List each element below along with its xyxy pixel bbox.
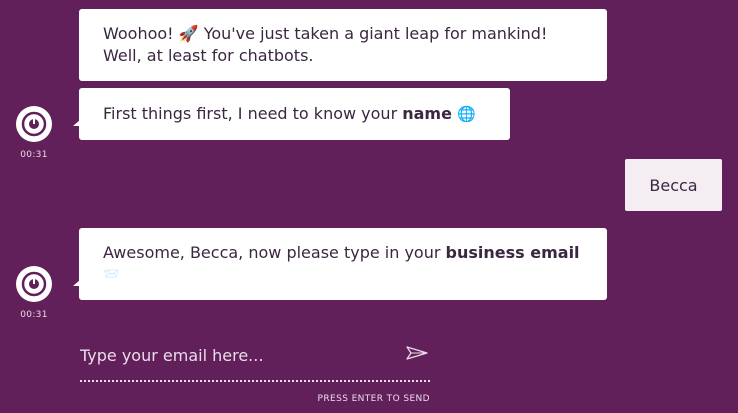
globe-icon: 🌐	[457, 105, 476, 123]
message-timestamp: 00:31	[20, 310, 48, 320]
message-text-line: Well, at least for chatbots.	[103, 46, 314, 65]
bot-message-bubble: Awesome, Becca, now please type in your …	[79, 228, 607, 300]
message-text-line: Woohoo! 🚀 You've just taken a giant leap…	[103, 24, 548, 43]
user-message-text: Becca	[649, 175, 698, 195]
bot-avatar	[16, 266, 52, 302]
input-underline	[80, 380, 430, 382]
bot-message-bubble: Woohoo! 🚀 You've just taken a giant leap…	[79, 9, 607, 81]
paper-plane-icon	[406, 346, 428, 360]
user-message-bubble: Becca	[625, 159, 722, 211]
envelope-icon: 📨	[103, 267, 120, 282]
message-bold-text: name	[402, 104, 452, 123]
message-text: Awesome, Becca, now please type in your	[103, 243, 446, 262]
message-timestamp: 00:31	[20, 150, 48, 160]
send-button[interactable]	[405, 344, 429, 362]
send-hint: PRESS ENTER TO SEND	[317, 394, 430, 404]
bot-eye-icon	[21, 111, 47, 137]
email-input[interactable]	[80, 338, 400, 372]
message-text: First things first, I need to know your	[103, 104, 403, 123]
bot-avatar	[16, 106, 52, 142]
composer	[80, 338, 430, 382]
message-bold-text: business email	[445, 243, 580, 262]
bot-message-bubble: First things first, I need to know your …	[79, 88, 510, 140]
bot-eye-icon	[21, 271, 47, 297]
